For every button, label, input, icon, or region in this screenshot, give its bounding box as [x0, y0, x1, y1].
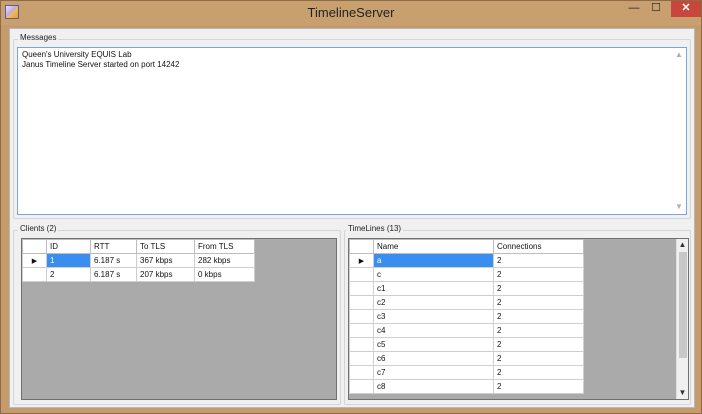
table-cell[interactable]: c2 [373, 295, 494, 310]
scroll-thumb[interactable] [679, 252, 687, 358]
table-cell[interactable]: 367 kbps [136, 253, 195, 268]
row-header-corner[interactable] [349, 239, 374, 254]
table-cell[interactable]: a [373, 253, 494, 268]
scroll-down-icon[interactable]: ▼ [674, 202, 684, 212]
table-cell[interactable]: 2 [493, 309, 584, 324]
timelines-header-row: Name Connections [349, 239, 584, 254]
row-header[interactable] [349, 295, 374, 310]
clients-table: ID RTT To TLS From TLS ▶ 1 6.187 s 367 k… [22, 239, 255, 282]
column-header-id[interactable]: ID [46, 239, 91, 254]
close-button[interactable]: ✕ [671, 1, 701, 17]
table-cell[interactable]: c7 [373, 365, 494, 380]
table-cell[interactable]: 2 [493, 267, 584, 282]
table-cell[interactable]: 1 [46, 253, 91, 268]
table-row[interactable]: ▶ 1 6.187 s 367 kbps 282 kbps [22, 253, 255, 268]
table-row[interactable]: c6 2 [349, 351, 584, 366]
timelines-scrollbar[interactable]: ▲ ▼ [676, 239, 688, 399]
row-header[interactable] [349, 281, 374, 296]
timelines-grid[interactable]: Name Connections ▶ a 2 c 2 c1 2 c2 2 c3 … [348, 238, 689, 400]
table-cell[interactable]: c [373, 267, 494, 282]
table-cell[interactable]: 2 [493, 351, 584, 366]
scroll-down-icon[interactable]: ▼ [677, 387, 688, 399]
column-header-name[interactable]: Name [373, 239, 494, 254]
row-header-corner[interactable] [22, 239, 47, 254]
table-cell[interactable]: c3 [373, 309, 494, 324]
table-cell[interactable]: 0 kbps [194, 267, 255, 282]
table-cell[interactable]: 2 [493, 337, 584, 352]
table-cell[interactable]: 2 [493, 295, 584, 310]
table-cell[interactable]: 282 kbps [194, 253, 255, 268]
row-header[interactable] [349, 379, 374, 394]
table-cell[interactable]: 2 [493, 379, 584, 394]
scroll-up-icon[interactable]: ▲ [674, 50, 684, 60]
message-line: Janus Timeline Server started on port 14… [22, 60, 180, 69]
table-cell[interactable]: 2 [46, 267, 91, 282]
table-row[interactable]: c2 2 [349, 295, 584, 310]
clients-grid[interactable]: ID RTT To TLS From TLS ▶ 1 6.187 s 367 k… [21, 238, 337, 400]
table-cell[interactable]: 207 kbps [136, 267, 195, 282]
table-row[interactable]: c3 2 [349, 309, 584, 324]
table-cell[interactable]: c5 [373, 337, 494, 352]
column-header-rtt[interactable]: RTT [90, 239, 137, 254]
table-cell[interactable]: 2 [493, 323, 584, 338]
row-header[interactable] [349, 323, 374, 338]
table-cell[interactable]: 2 [493, 365, 584, 380]
app-window: TimelineServer — ☐ ✕ Messages Queen's Un… [0, 0, 702, 414]
column-header-to-tls[interactable]: To TLS [136, 239, 195, 254]
row-header[interactable] [349, 309, 374, 324]
messages-textbox[interactable]: Queen's University EQUIS Lab Janus Timel… [17, 47, 687, 215]
column-header-connections[interactable]: Connections [493, 239, 584, 254]
column-header-from-tls[interactable]: From TLS [194, 239, 255, 254]
table-row[interactable]: c4 2 [349, 323, 584, 338]
window-title: TimelineServer [307, 5, 395, 20]
table-row[interactable]: c8 2 [349, 379, 584, 394]
messages-label: Messages [18, 33, 59, 42]
table-cell[interactable]: 2 [493, 253, 584, 268]
row-header[interactable]: ▶ [349, 253, 374, 268]
row-header[interactable] [349, 351, 374, 366]
table-row[interactable]: c7 2 [349, 365, 584, 380]
table-row[interactable]: ▶ a 2 [349, 253, 584, 268]
timelines-label: TimeLines (13) [346, 224, 404, 233]
table-cell[interactable]: c8 [373, 379, 494, 394]
row-header[interactable] [349, 365, 374, 380]
timelines-table: Name Connections ▶ a 2 c 2 c1 2 c2 2 c3 … [349, 239, 584, 394]
table-cell[interactable]: c1 [373, 281, 494, 296]
current-row-icon: ▶ [31, 258, 38, 265]
row-header[interactable]: ▶ [22, 253, 47, 268]
table-cell[interactable]: 2 [493, 281, 584, 296]
title-bar[interactable]: TimelineServer — ☐ ✕ [1, 1, 701, 25]
table-row[interactable]: 2 6.187 s 207 kbps 0 kbps [22, 267, 255, 282]
message-line: Queen's University EQUIS Lab [22, 50, 132, 59]
table-row[interactable]: c1 2 [349, 281, 584, 296]
row-header[interactable] [349, 337, 374, 352]
row-header[interactable] [22, 267, 47, 282]
scroll-up-icon[interactable]: ▲ [677, 239, 688, 251]
maximize-button[interactable]: ☐ [645, 1, 667, 17]
table-row[interactable]: c 2 [349, 267, 584, 282]
table-cell[interactable]: c4 [373, 323, 494, 338]
current-row-icon: ▶ [358, 258, 365, 265]
messages-scrollbar[interactable]: ▲ ▼ [674, 50, 684, 212]
client-area: Messages Queen's University EQUIS Lab Ja… [9, 28, 695, 408]
clients-label: Clients (2) [18, 224, 59, 233]
table-row[interactable]: c5 2 [349, 337, 584, 352]
clients-header-row: ID RTT To TLS From TLS [22, 239, 255, 254]
table-cell[interactable]: 6.187 s [90, 253, 137, 268]
table-cell[interactable]: 6.187 s [90, 267, 137, 282]
table-cell[interactable]: c6 [373, 351, 494, 366]
row-header[interactable] [349, 267, 374, 282]
minimize-button[interactable]: — [623, 1, 645, 17]
